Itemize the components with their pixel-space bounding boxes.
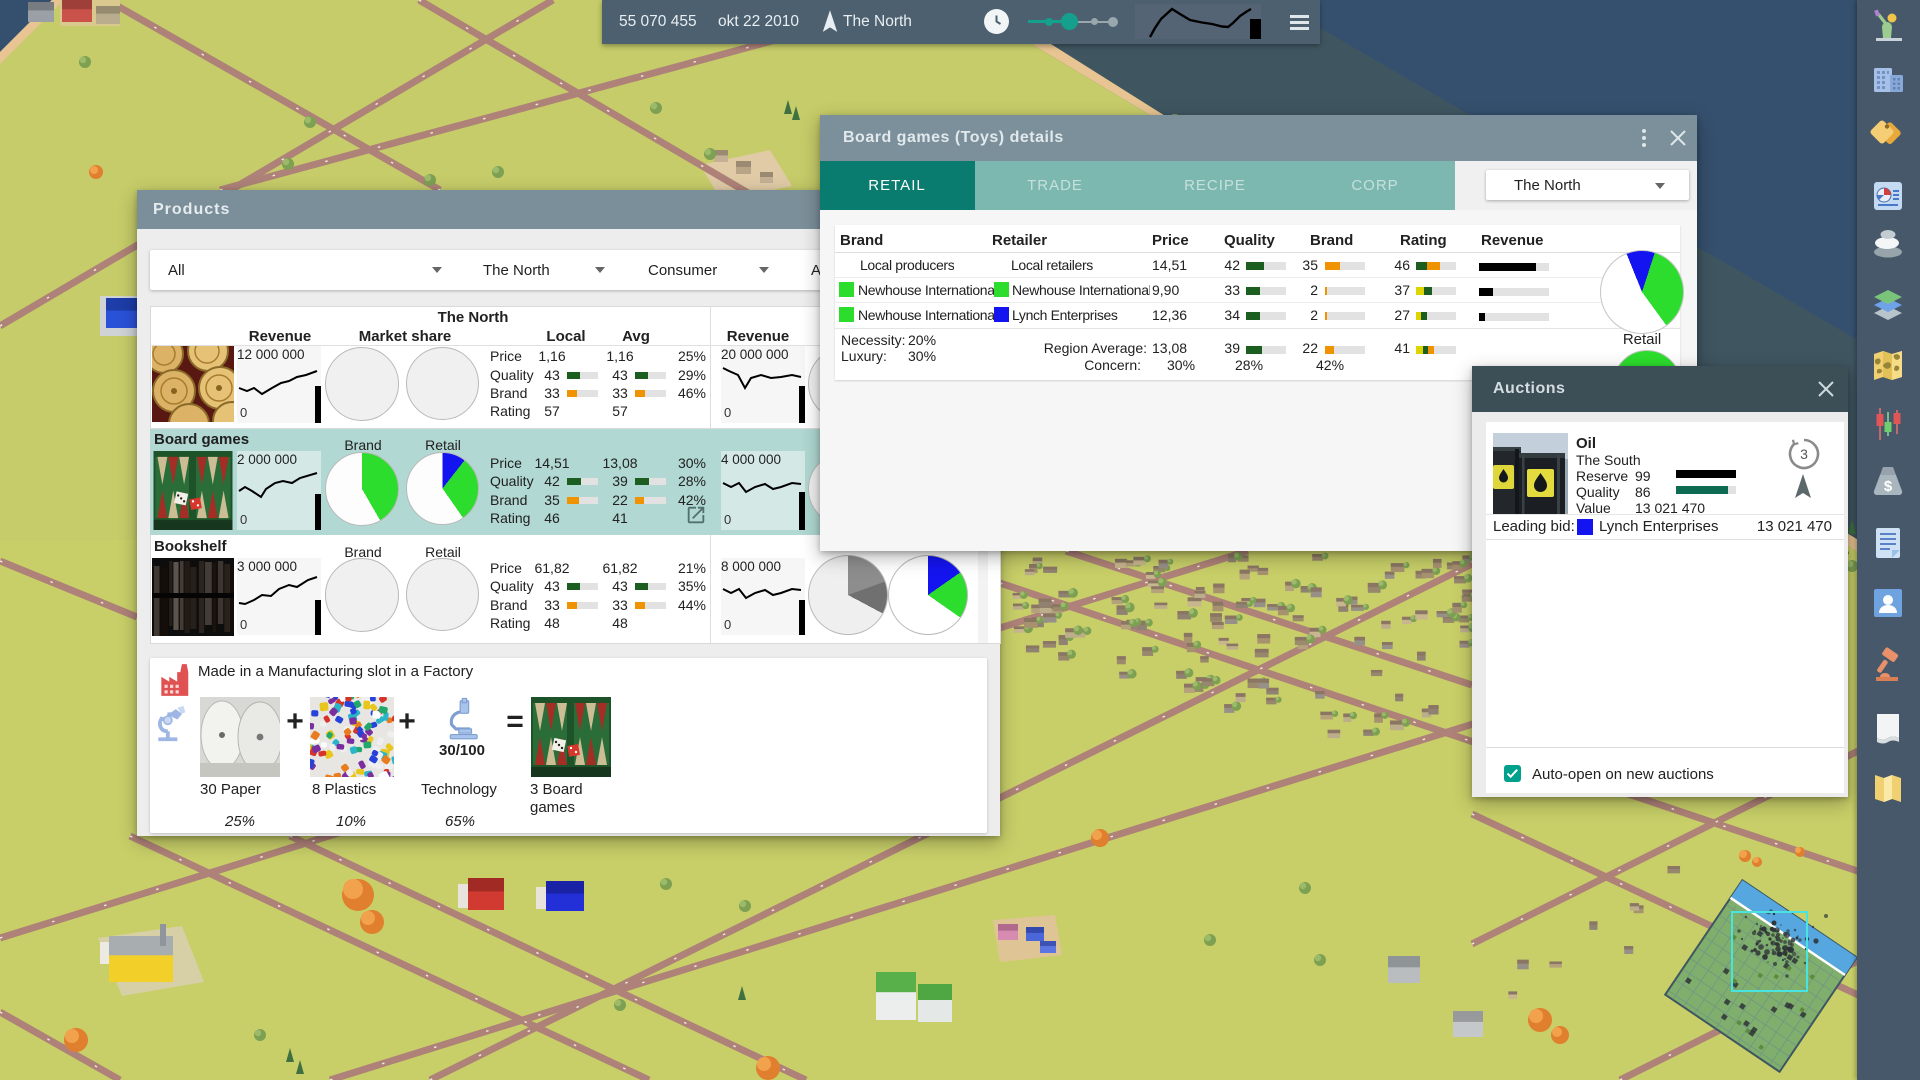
- svg-text:$: $: [1884, 478, 1893, 495]
- svg-text:3: 3: [1800, 446, 1808, 462]
